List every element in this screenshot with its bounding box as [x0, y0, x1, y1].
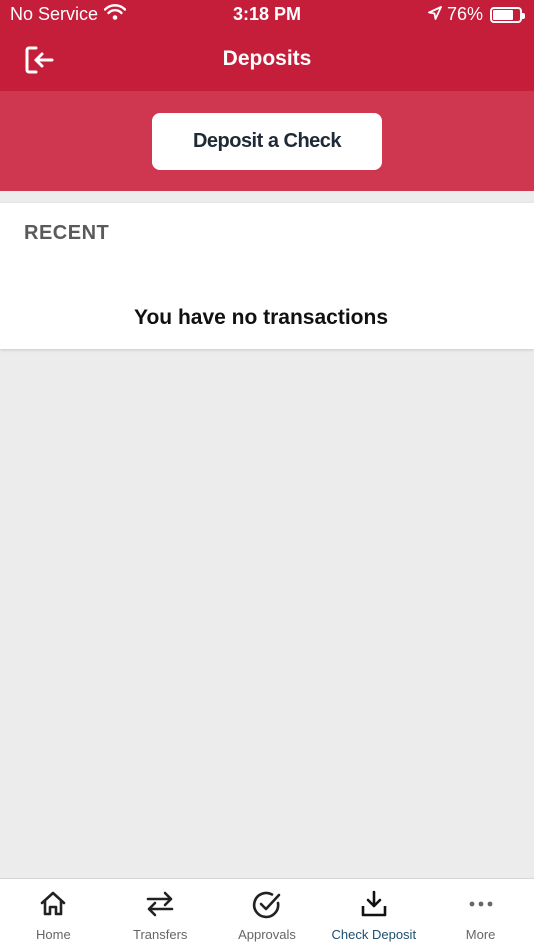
- tab-more[interactable]: More: [427, 879, 534, 950]
- tab-home[interactable]: Home: [0, 879, 107, 950]
- recent-transactions-card: RECENT You have no transactions: [0, 203, 534, 349]
- status-right: 76%: [428, 4, 525, 25]
- more-dots-icon: [469, 901, 492, 907]
- download-tray-icon: [361, 890, 387, 917]
- page-title: Deposits: [222, 47, 312, 70]
- tab-approvals[interactable]: Approvals: [214, 879, 321, 950]
- tab-transfers-label: Transfers: [132, 927, 188, 942]
- recent-heading: RECENT: [24, 222, 110, 244]
- tab-check-deposit-label: Check Deposit: [331, 927, 417, 942]
- tab-approvals-label: Approvals: [238, 927, 296, 942]
- action-band: Deposit a Check: [0, 91, 534, 191]
- battery-percent: 76%: [446, 4, 483, 24]
- battery-icon: [490, 6, 525, 23]
- empty-transactions-message: You have no transactions: [134, 306, 388, 329]
- tab-home-label: Home: [36, 927, 71, 942]
- home-icon: [41, 891, 66, 916]
- tab-transfers[interactable]: Transfers: [107, 879, 214, 950]
- deposit-check-button[interactable]: Deposit a Check: [152, 113, 382, 170]
- location-arrow-icon: [428, 4, 442, 25]
- battery-fill: [493, 9, 513, 20]
- check-circle-icon: [252, 891, 281, 919]
- tab-check-deposit[interactable]: Check Deposit: [320, 879, 427, 950]
- tab-bar: Home Transfers Approvals Check Deposit M…: [0, 878, 534, 950]
- battery-cap: [522, 12, 525, 19]
- nav-bar: Deposits: [0, 30, 534, 91]
- status-bar: No Service 3:18 PM 76%: [0, 0, 534, 30]
- transfer-arrows-icon: [146, 891, 174, 917]
- tab-more-label: More: [465, 927, 496, 942]
